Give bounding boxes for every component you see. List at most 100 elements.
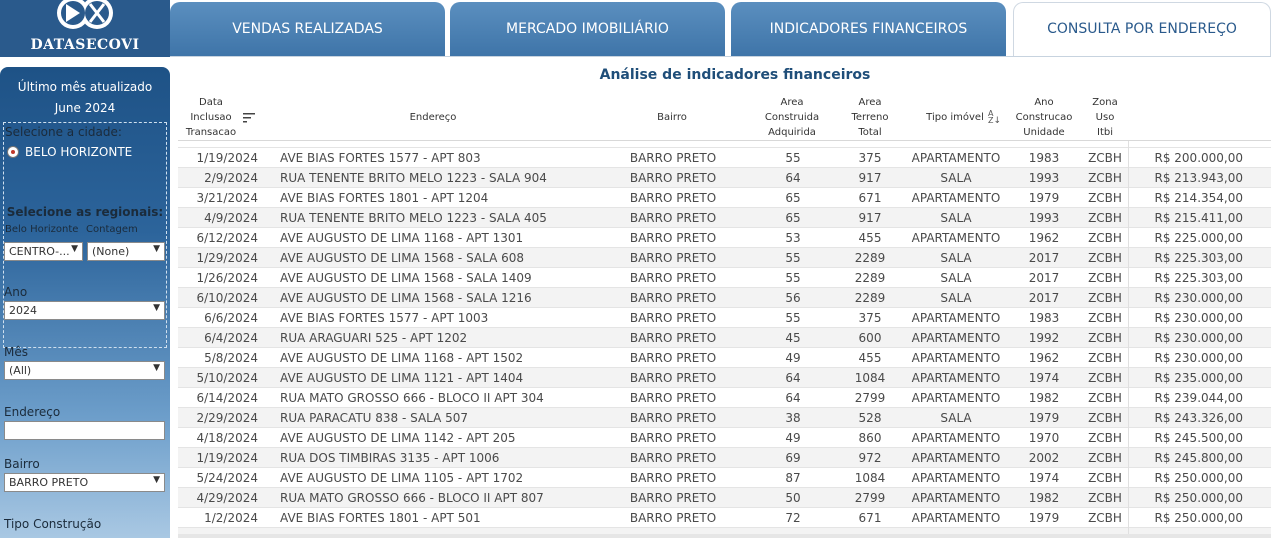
table-row[interactable]: 5/10/2024 AVE AUGUSTO DE LIMA 1121 - APT … bbox=[178, 368, 1271, 388]
cell-ano-construcao: 1974 bbox=[1028, 371, 1060, 385]
cell-endereco: AVE AUGUSTO DE LIMA 1168 - APT 1301 bbox=[280, 231, 524, 245]
bairro-select[interactable]: BARRO PRETO ▼ bbox=[4, 473, 165, 492]
contagem-regional-select[interactable]: (None) ▼ bbox=[87, 242, 165, 261]
cell-valor: R$ 245.500,00 bbox=[1154, 431, 1244, 445]
cell-zona-uso: ZCBH bbox=[1088, 251, 1122, 265]
cell-zona-uso: ZCBH bbox=[1088, 351, 1122, 365]
column-header-zona-uso[interactable]: Zona Uso Itbi bbox=[1075, 94, 1135, 141]
column-header-bairro[interactable]: Bairro bbox=[632, 94, 712, 141]
cell-area-terreno: 2799 bbox=[854, 391, 886, 405]
cell-area-terreno: 2799 bbox=[854, 491, 886, 505]
header-line: Total bbox=[858, 127, 882, 138]
tab-consulta-por-endereco[interactable]: CONSULTA POR ENDEREÇO bbox=[1013, 2, 1271, 57]
header-line: Transacao bbox=[185, 127, 237, 138]
last-update-title: Último mês atualizado bbox=[17, 80, 153, 94]
cell-bairro: BARRO PRETO bbox=[629, 391, 717, 405]
cell-area-construida: 50 bbox=[785, 491, 801, 505]
cell-zona-uso: ZCBH bbox=[1088, 291, 1122, 305]
bh-regional-select[interactable]: CENTRO-... ▼ bbox=[4, 242, 83, 261]
tab-label: MERCADO IMOBILIÁRIO bbox=[506, 20, 669, 37]
cell-tipo-imovel: APARTAMENTO bbox=[911, 371, 1001, 385]
column-header-ano-construcao[interactable]: Ano Construcao Unidade bbox=[1004, 94, 1084, 141]
table-row[interactable]: 1/19/2024 RUA DOS TIMBIRAS 3135 - APT 100… bbox=[178, 448, 1271, 468]
sort-descending-icon[interactable] bbox=[243, 112, 255, 123]
column-header-area-terreno[interactable]: Area Terreno Total bbox=[830, 94, 910, 141]
header-line: Tipo imóvel bbox=[926, 112, 984, 123]
cell-tipo-imovel: APARTAMENTO bbox=[911, 191, 1001, 205]
cell-endereco: AVE AUGUSTO DE LIMA 1142 - APT 205 bbox=[280, 431, 516, 445]
cell-area-terreno: 917 bbox=[858, 171, 882, 185]
column-header-area-construida[interactable]: Area Construida Adquirida bbox=[750, 94, 834, 141]
tab-indicadores-financeiros[interactable]: INDICADORES FINANCEIROS bbox=[731, 2, 1006, 57]
column-header-tipo-imovel[interactable]: Tipo imóvel bbox=[920, 94, 990, 141]
table-row[interactable]: 6/12/2024 AVE AUGUSTO DE LIMA 1168 - APT … bbox=[178, 228, 1271, 248]
table-row[interactable]: 4/29/2024 RUA MATO GROSSO 666 - BLOCO II … bbox=[178, 488, 1271, 508]
cell-tipo-imovel: APARTAMENTO bbox=[911, 511, 1001, 525]
cell-area-terreno: 375 bbox=[858, 151, 882, 165]
cell-tipo-imovel: SALA bbox=[940, 171, 972, 185]
cell-area-terreno: 1084 bbox=[854, 371, 886, 385]
cell-data: 6/4/2024 bbox=[204, 331, 258, 345]
ano-select[interactable]: 2024 ▼ bbox=[4, 301, 165, 320]
cell-data: 1/19/2024 bbox=[196, 151, 258, 165]
datasecovi-logo-icon bbox=[57, 0, 113, 29]
cell-bairro: BARRO PRETO bbox=[629, 291, 717, 305]
cell-area-construida: 49 bbox=[785, 351, 801, 365]
select-value: (None) bbox=[92, 245, 130, 258]
cell-area-construida: 64 bbox=[785, 371, 801, 385]
cell-data: 4/9/2024 bbox=[204, 211, 258, 225]
table-row[interactable]: 2/29/2024 RUA PARACATU 838 - SALA 507 BARR… bbox=[178, 408, 1271, 428]
cell-zona-uso: ZCBH bbox=[1088, 511, 1122, 525]
cell-area-construida: 64 bbox=[785, 391, 801, 405]
header-bar: DATASECOVI VENDAS REALIZADAS MERCADO IMO… bbox=[0, 0, 1271, 57]
cell-endereco: AVE AUGUSTO DE LIMA 1568 - SALA 608 bbox=[280, 251, 525, 265]
cell-tipo-imovel: APARTAMENTO bbox=[911, 431, 1001, 445]
cell-valor: R$ 250.000,00 bbox=[1154, 491, 1244, 505]
cell-endereco: AVE AUGUSTO DE LIMA 1105 - APT 1702 bbox=[280, 471, 524, 485]
cell-area-construida: 55 bbox=[785, 251, 801, 265]
table-row[interactable]: 6/6/2024 AVE BIAS FORTES 1577 - APT 1003 B… bbox=[178, 308, 1271, 328]
table-row[interactable]: 6/4/2024 RUA ARAGUARI 525 - APT 1202 BARRO… bbox=[178, 328, 1271, 348]
cell-data: 1/2/2024 bbox=[204, 511, 258, 525]
table-row[interactable]: 1/19/2024 AVE BIAS FORTES 1577 - APT 803 B… bbox=[178, 148, 1271, 168]
table-row[interactable]: 5/24/2024 AVE AUGUSTO DE LIMA 1105 - APT … bbox=[178, 468, 1271, 488]
tab-vendas-realizadas[interactable]: VENDAS REALIZADAS bbox=[170, 2, 445, 57]
tab-mercado-imobiliario[interactable]: MERCADO IMOBILIÁRIO bbox=[450, 2, 725, 57]
cell-tipo-imovel: SALA bbox=[940, 211, 972, 225]
table-row[interactable]: 1/29/2024 AVE AUGUSTO DE LIMA 1568 - SALA… bbox=[178, 248, 1271, 268]
mes-select[interactable]: (All) ▼ bbox=[4, 361, 165, 380]
city-radio-belo-horizonte[interactable] bbox=[7, 146, 19, 158]
column-header-data[interactable]: Data Inclusao Transacao bbox=[178, 94, 244, 141]
horizontal-scrollbar[interactable] bbox=[178, 534, 1271, 538]
logo[interactable]: DATASECOVI bbox=[0, 0, 170, 57]
tab-label: VENDAS REALIZADAS bbox=[232, 20, 383, 37]
city-option-label[interactable]: BELO HORIZONTE bbox=[25, 145, 132, 159]
table-row[interactable]: 1/2/2024 AVE BIAS FORTES 1801 - APT 501 BA… bbox=[178, 508, 1271, 528]
tab-label: INDICADORES FINANCEIROS bbox=[769, 20, 968, 37]
cell-data: 4/18/2024 bbox=[196, 431, 258, 445]
cell-endereco: RUA MATO GROSSO 666 - BLOCO II APT 304 bbox=[280, 391, 544, 405]
cell-tipo-imovel: APARTAMENTO bbox=[911, 331, 1001, 345]
cell-area-terreno: 2289 bbox=[854, 251, 886, 265]
endereco-input[interactable] bbox=[4, 421, 165, 440]
header-line: Area bbox=[780, 97, 804, 108]
cell-area-construida: 64 bbox=[785, 171, 801, 185]
header-line: Area bbox=[858, 97, 882, 108]
table-header: Data Inclusao Transacao Endereço Bairro … bbox=[178, 94, 1271, 141]
cell-endereco: RUA ARAGUARI 525 - APT 1202 bbox=[280, 331, 468, 345]
table-row[interactable]: 3/21/2024 AVE BIAS FORTES 1801 - APT 1204… bbox=[178, 188, 1271, 208]
table-row[interactable]: 6/10/2024 AVE AUGUSTO DE LIMA 1568 - SALA… bbox=[178, 288, 1271, 308]
sort-az-icon[interactable]: A Z↓ bbox=[988, 110, 1001, 126]
table-row[interactable]: 6/14/2024 RUA MATO GROSSO 666 - BLOCO II … bbox=[178, 388, 1271, 408]
table-row[interactable]: 1/26/2024 AVE AUGUSTO DE LIMA 1568 - SALA… bbox=[178, 268, 1271, 288]
cell-area-terreno: 455 bbox=[858, 231, 882, 245]
table-row[interactable]: 2/9/2024 RUA TENENTE BRITO MELO 1223 - SA… bbox=[178, 168, 1271, 188]
table-row[interactable]: 4/9/2024 RUA TENENTE BRITO MELO 1223 - SA… bbox=[178, 208, 1271, 228]
cell-zona-uso: ZCBH bbox=[1088, 231, 1122, 245]
endereco-label: Endereço bbox=[4, 405, 61, 419]
table-row[interactable]: 5/8/2024 AVE AUGUSTO DE LIMA 1168 - APT 1… bbox=[178, 348, 1271, 368]
cell-endereco: RUA MATO GROSSO 666 - BLOCO II APT 807 bbox=[280, 491, 544, 505]
table-row[interactable]: 4/18/2024 AVE AUGUSTO DE LIMA 1142 - APT … bbox=[178, 428, 1271, 448]
last-update-value: June 2024 bbox=[54, 101, 116, 115]
column-header-endereco[interactable]: Endereço bbox=[358, 94, 508, 141]
